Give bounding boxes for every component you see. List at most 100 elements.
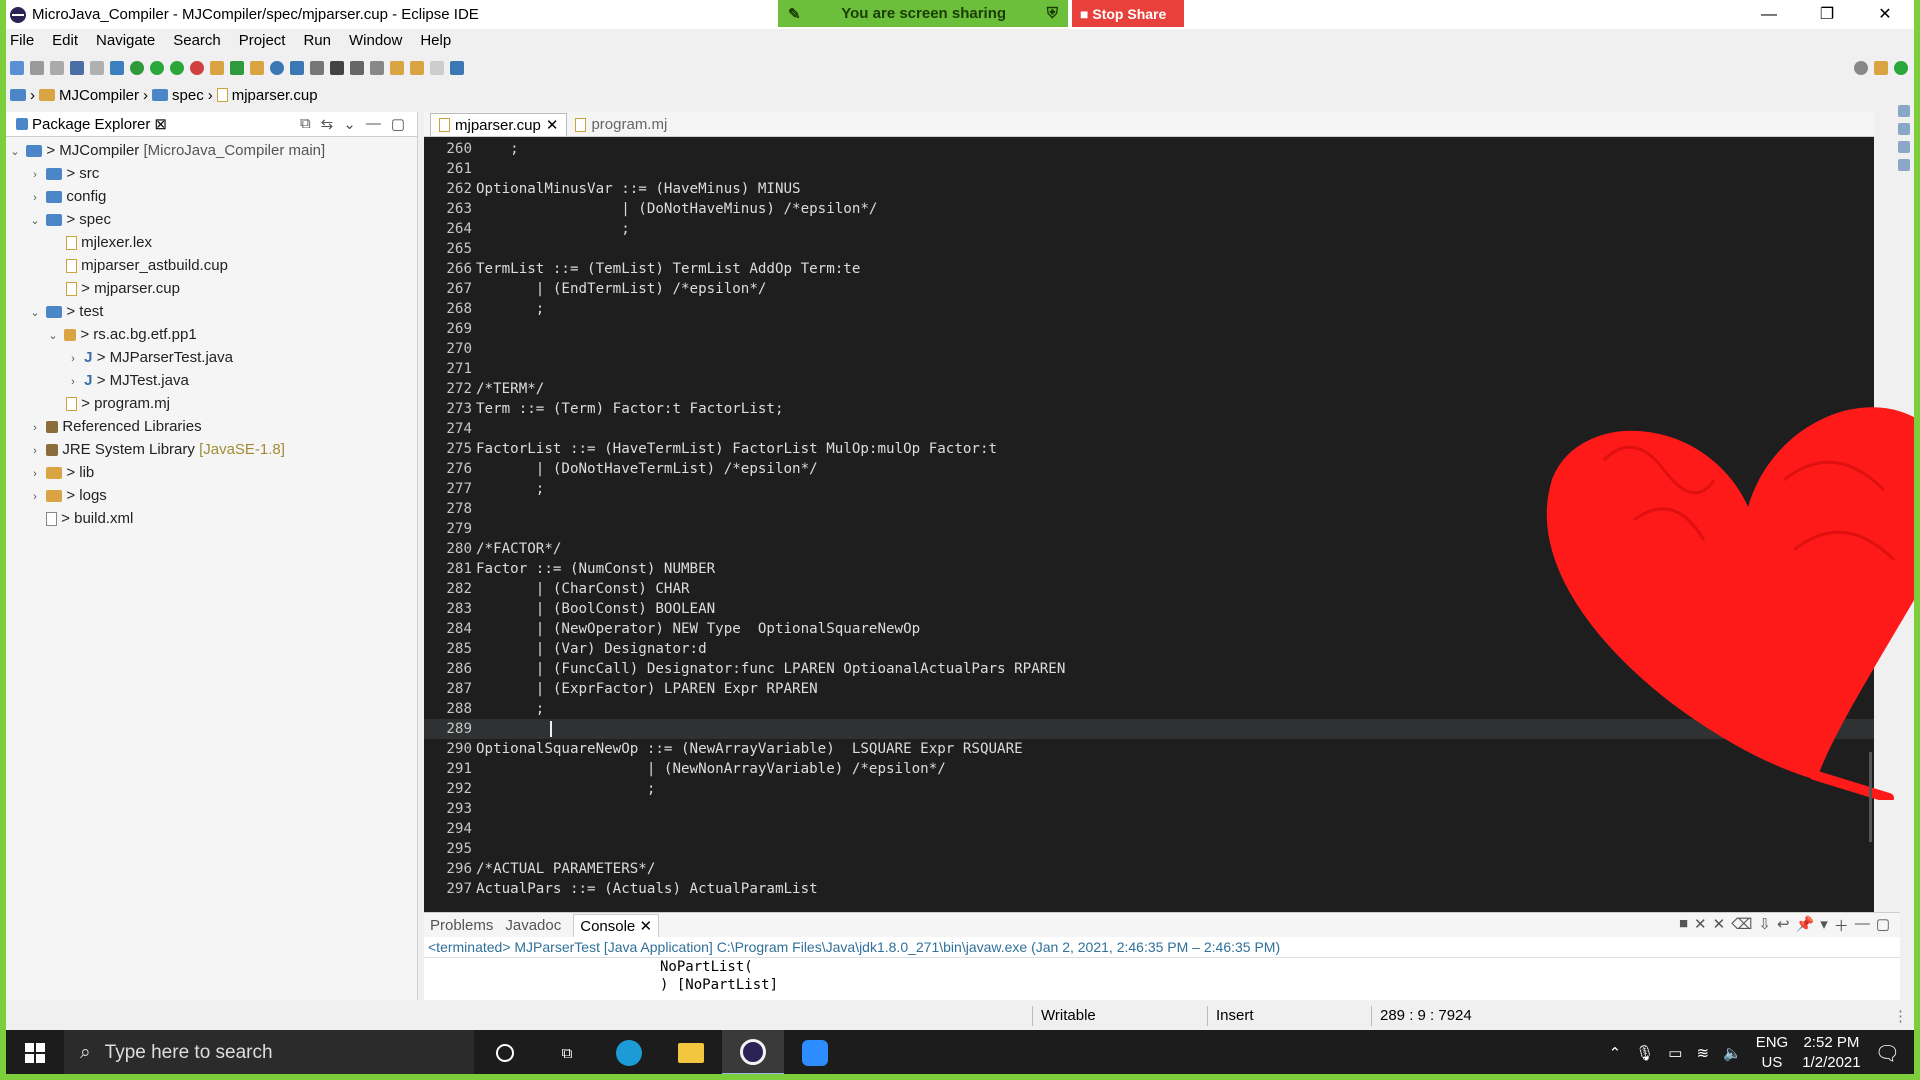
menu-project[interactable]: Project <box>235 32 300 49</box>
prev-annotation-icon[interactable] <box>370 61 384 75</box>
java-perspective-icon[interactable] <box>1894 61 1908 75</box>
status-menu-icon[interactable]: ⋮ <box>1893 1007 1914 1025</box>
task-list-icon[interactable] <box>1898 123 1910 135</box>
tree-item-logs[interactable]: › > logs <box>6 484 417 507</box>
code-area[interactable]: 260 ; 261 262 OptionalMinusVar ::= (HaveM… <box>424 139 1874 899</box>
collapse-all-icon[interactable]: ⧉ <box>300 115 311 133</box>
new-java-project-icon[interactable] <box>210 61 224 75</box>
tree-item-src[interactable]: › > src <box>6 162 417 185</box>
tree-item-mjtest[interactable]: › J > MJTest.java <box>6 369 417 392</box>
coverage-icon[interactable] <box>170 61 184 75</box>
outline-icon[interactable] <box>1898 105 1910 117</box>
annotation-icon[interactable] <box>290 61 304 75</box>
last-edit-icon[interactable] <box>390 61 404 75</box>
volume-icon[interactable]: 🔈 <box>1723 1044 1742 1062</box>
terminal-icon[interactable] <box>70 61 84 75</box>
console-output[interactable]: NoPartList() [NoPartList] <box>424 957 1900 994</box>
tree-item-spec[interactable]: ⌄ > spec <box>6 208 417 231</box>
view-menu-icon[interactable]: ⌄ <box>343 115 356 133</box>
stop-share-button[interactable]: ■ Stop Share <box>1072 0 1184 27</box>
minimize-view-icon[interactable]: — <box>366 115 381 133</box>
remove-launch-icon[interactable]: ✕ <box>1694 915 1707 936</box>
open-console-icon[interactable]: ＋ <box>1834 915 1849 936</box>
quick-access-search-icon[interactable] <box>1854 61 1868 75</box>
run-icon[interactable] <box>150 61 164 75</box>
chevron-right-icon[interactable]: › <box>28 187 42 210</box>
cortana-button[interactable] <box>474 1030 536 1074</box>
save-icon[interactable] <box>30 61 44 75</box>
open-perspective-icon[interactable] <box>1874 61 1888 75</box>
pin-console-icon[interactable]: 📌 <box>1796 915 1815 936</box>
battery-icon[interactable]: ▭ <box>1668 1044 1682 1062</box>
tree-item-lib[interactable]: › > lib <box>6 461 417 484</box>
chevron-right-icon[interactable]: › <box>28 164 42 187</box>
show-whitespace-icon[interactable] <box>330 61 344 75</box>
skip-breakpoints-icon[interactable] <box>90 61 104 75</box>
tab-program-mj[interactable]: program.mj <box>567 113 675 136</box>
menu-search[interactable]: Search <box>169 32 235 49</box>
menu-edit[interactable]: Edit <box>48 32 92 49</box>
toggle-icon[interactable] <box>110 61 124 75</box>
maximize-button[interactable]: ❐ <box>1798 0 1856 29</box>
tab-mjparser-cup[interactable]: mjparser.cup ✕ <box>430 113 568 137</box>
link-editor-icon[interactable]: ⇆ <box>321 115 334 133</box>
tab-problems[interactable]: Problems <box>430 917 493 934</box>
chevron-right-icon[interactable]: › <box>66 348 80 371</box>
taskbar-search-box[interactable]: ⌕ Type here to search <box>64 1030 474 1074</box>
search-tool-icon[interactable] <box>270 61 284 75</box>
chevron-right-icon[interactable]: › <box>28 440 42 463</box>
chevron-down-icon[interactable]: ⌄ <box>28 210 42 233</box>
tree-item-mjparser[interactable]: > mjparser.cup <box>6 277 417 300</box>
chevron-up-icon[interactable]: ⌃ <box>1609 1044 1622 1062</box>
file-explorer-app[interactable] <box>660 1030 722 1074</box>
new-package-icon[interactable] <box>230 61 244 75</box>
tree-item-mjparsertest[interactable]: › J > MJParserTest.java <box>6 346 417 369</box>
minimize-button[interactable]: — <box>1740 0 1798 29</box>
clear-console-icon[interactable]: ⌫ <box>1731 915 1752 936</box>
remove-all-icon[interactable]: ✕ <box>1713 915 1726 936</box>
breadcrumb-folder[interactable]: spec <box>172 87 204 104</box>
language-indicator[interactable]: ENG US <box>1756 1033 1789 1073</box>
forward-icon[interactable] <box>430 61 444 75</box>
debug-icon[interactable] <box>130 61 144 75</box>
breadcrumb-project[interactable]: MJCompiler <box>59 87 139 104</box>
eclipse-app[interactable] <box>722 1030 784 1074</box>
close-icon[interactable]: ✕ <box>546 114 559 137</box>
pin-editor-icon[interactable] <box>450 61 464 75</box>
block-selection-icon[interactable] <box>310 61 324 75</box>
new-icon[interactable] <box>10 61 24 75</box>
maximize-view-icon[interactable]: ▢ <box>391 115 405 133</box>
menu-run[interactable]: Run <box>299 32 345 49</box>
scroll-lock-icon[interactable]: ⇩ <box>1758 915 1771 936</box>
clock[interactable]: 2:52 PM 1/2/2021 <box>1802 1033 1860 1073</box>
chevron-down-icon[interactable]: ⌄ <box>28 302 42 325</box>
menu-navigate[interactable]: Navigate <box>92 32 169 49</box>
menu-window[interactable]: Window <box>345 32 416 49</box>
chevron-right-icon[interactable]: › <box>28 417 42 440</box>
menu-file[interactable]: File <box>6 32 48 49</box>
external-tools-icon[interactable] <box>190 61 204 75</box>
display-console-icon[interactable]: ▾ <box>1820 915 1828 936</box>
zoom-app[interactable] <box>784 1030 846 1074</box>
chevron-down-icon[interactable]: ⌄ <box>8 141 22 164</box>
notification-icon[interactable]: 🗨 <box>1875 1041 1900 1066</box>
chevron-right-icon[interactable]: › <box>66 371 80 394</box>
tree-item-jre[interactable]: › JRE System Library [JavaSE-1.8] <box>6 438 417 461</box>
tree-item-package[interactable]: ⌄ > rs.ac.bg.etf.pp1 <box>6 323 417 346</box>
wifi-icon[interactable]: ≋ <box>1696 1044 1709 1062</box>
status-insert-mode[interactable]: Insert <box>1207 1006 1371 1026</box>
back-icon[interactable] <box>410 61 424 75</box>
maximize-view-icon[interactable]: ▢ <box>1876 915 1890 936</box>
terminate-icon[interactable]: ■ <box>1679 915 1688 936</box>
tree-item-build-xml[interactable]: > build.xml <box>6 507 417 530</box>
edge-app[interactable] <box>598 1030 660 1074</box>
open-type-icon[interactable] <box>250 61 264 75</box>
menu-help[interactable]: Help <box>416 32 465 49</box>
microphone-icon[interactable]: 🎙 <box>1635 1044 1654 1062</box>
breadcrumb-file[interactable]: mjparser.cup <box>232 87 318 104</box>
tree-item-mjparser-astbuild[interactable]: mjparser_astbuild.cup <box>6 254 417 277</box>
word-wrap-icon[interactable]: ↩ <box>1777 915 1790 936</box>
tab-javadoc[interactable]: Javadoc <box>505 917 561 934</box>
chevron-right-icon[interactable]: › <box>28 463 42 486</box>
task-view-button[interactable]: ⧉ <box>536 1030 598 1074</box>
